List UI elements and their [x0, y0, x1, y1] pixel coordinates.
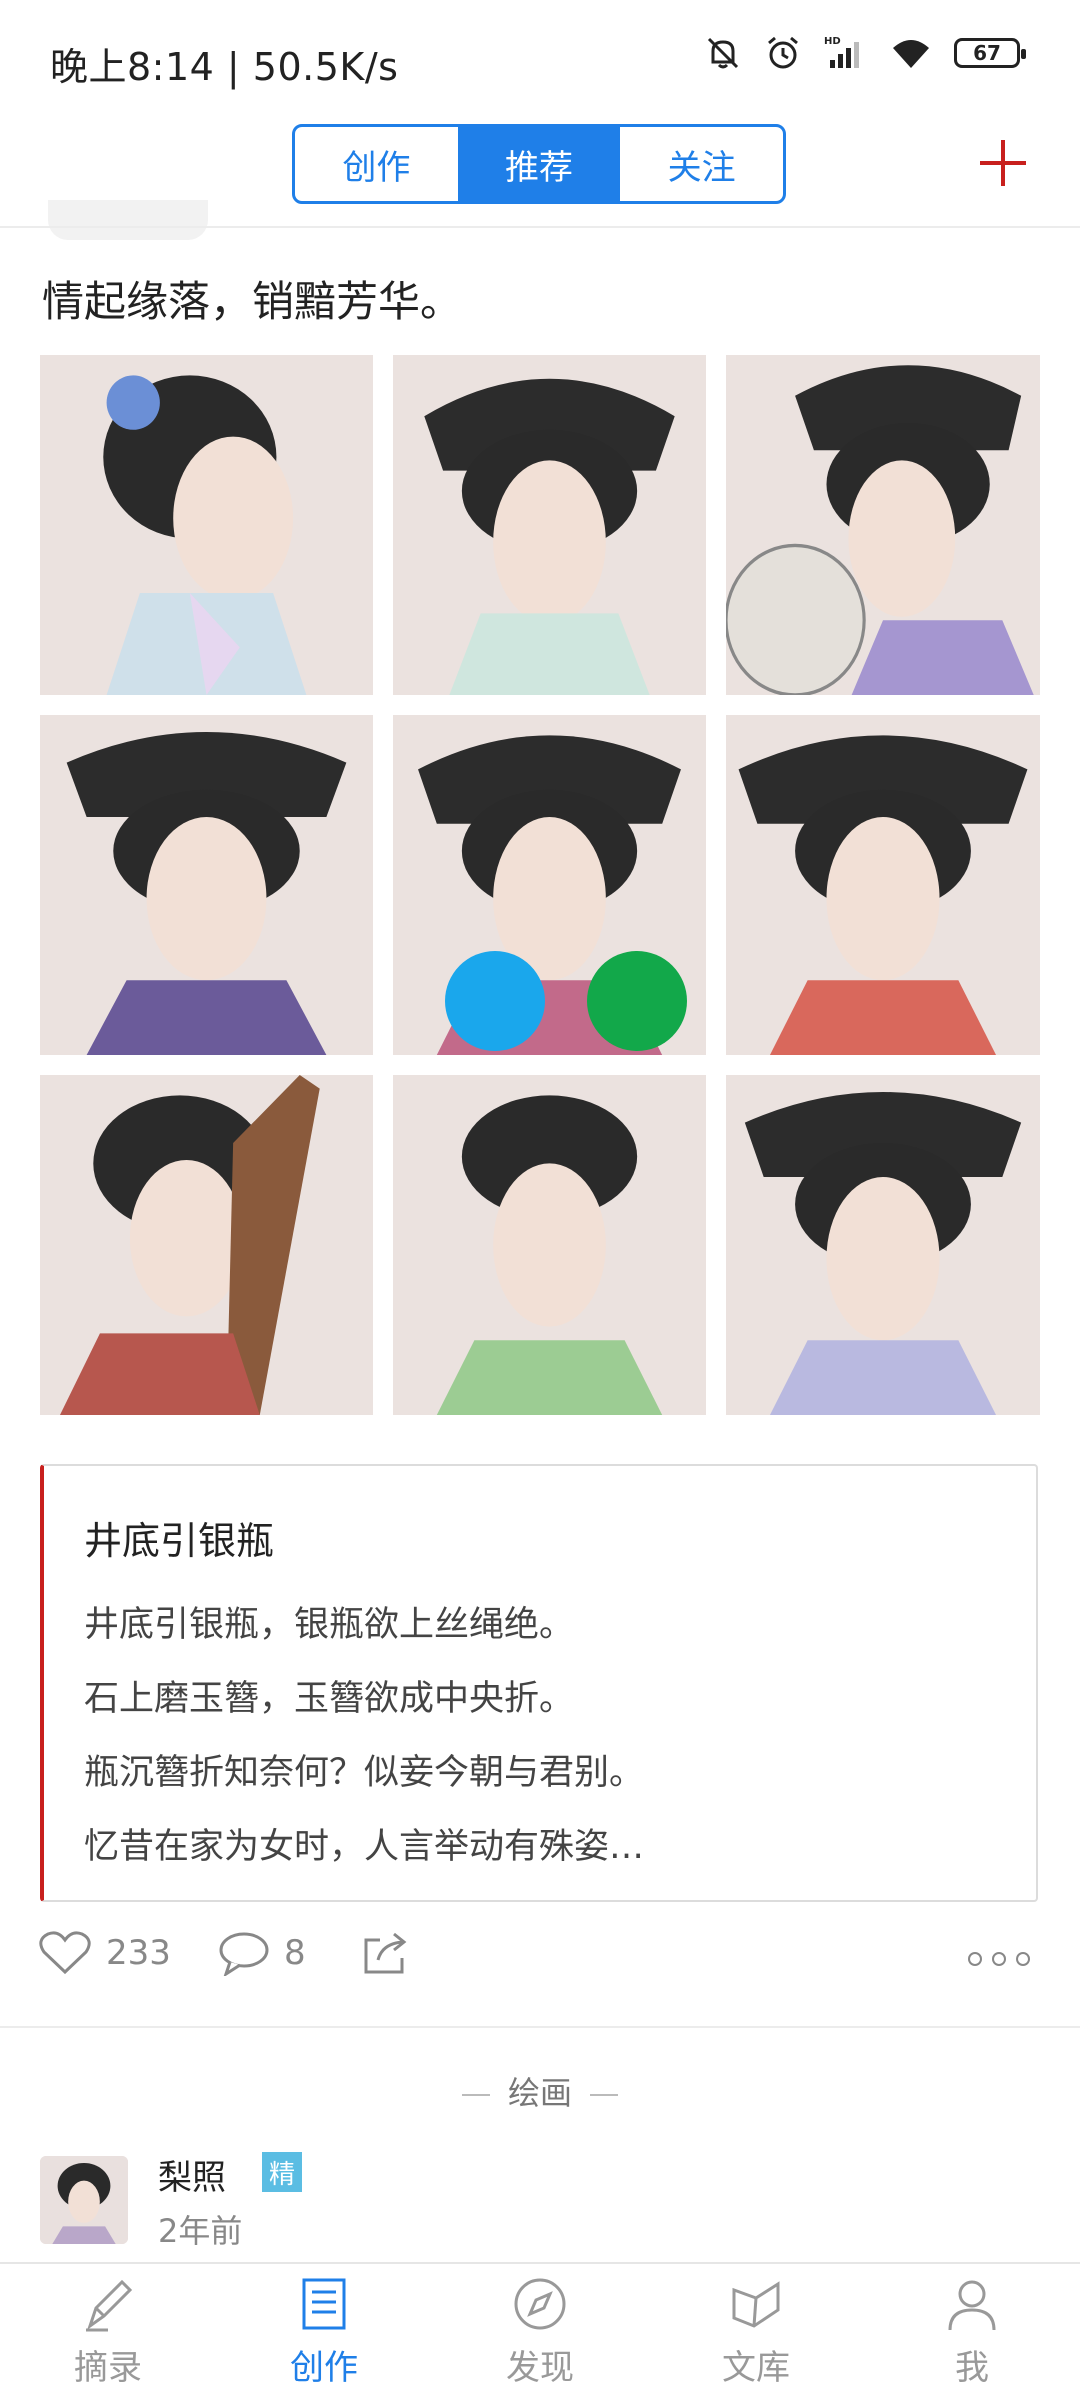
post-time: 2年前: [158, 2212, 243, 2250]
alarm-icon: [768, 36, 798, 69]
overlay-dot-green: [587, 951, 687, 1051]
more-options-icon[interactable]: [968, 1952, 1030, 1966]
nav-excerpt[interactable]: 摘录: [38, 2274, 178, 2389]
wifi-icon: [893, 40, 929, 68]
bottom-navigation: 摘录 创作 发现 文库 我: [0, 2262, 1080, 2402]
pen-icon: [86, 2279, 133, 2332]
compass-icon: [514, 2278, 566, 2330]
quote-line: 井底引银瓶，银瓶欲上丝绳绝。: [84, 1605, 575, 1645]
like-button[interactable]: 233: [38, 1930, 171, 1976]
heart-icon: [39, 1931, 91, 1975]
overlay-dot-blue: [445, 951, 545, 1051]
signal-icon: HD: [824, 36, 859, 68]
comment-icon: [219, 1932, 269, 1976]
tab-create[interactable]: 创作: [295, 127, 458, 201]
category-name: 绘画: [507, 2074, 572, 2112]
nav-label: 我: [955, 2348, 989, 2388]
avatar[interactable]: [40, 2156, 128, 2244]
battery-indicator: 67: [954, 38, 1026, 68]
user-icon: [948, 2280, 996, 2331]
post-image[interactable]: [393, 355, 706, 695]
status-bar: 晚上8:14 | 50.5K/s HD 67: [0, 0, 1080, 118]
quote-line: 石上磨玉簪，玉簪欲成中央折。: [84, 1679, 575, 1719]
image-grid: [40, 355, 1040, 1415]
comment-count: 8: [284, 1933, 306, 1973]
previous-item-fragment: [48, 200, 208, 240]
post-image[interactable]: [40, 715, 373, 1055]
quote-line: 瓶沉簪折知奈何？似妾今朝与君别。: [84, 1753, 645, 1793]
status-time: 晚上8:14 | 50.5K/s: [50, 45, 399, 89]
post-actions: 233 8: [0, 1930, 1080, 2000]
share-button[interactable]: [362, 1930, 410, 1976]
nav-label: 创作: [290, 2348, 358, 2388]
feed-tabs: 创作 推荐 关注: [292, 124, 786, 204]
nav-create[interactable]: 创作: [254, 2274, 394, 2389]
nav-label: 文库: [722, 2348, 790, 2388]
header-divider: [0, 226, 1080, 228]
quote-card[interactable]: 井底引银瓶 井底引银瓶，银瓶欲上丝绳绝。 石上磨玉簪，玉簪欲成中央折。 瓶沉簪折…: [40, 1464, 1038, 1902]
nav-library[interactable]: 文库: [686, 2274, 826, 2389]
tab-follow[interactable]: 关注: [620, 127, 783, 201]
svg-text:HD: HD: [824, 36, 841, 47]
post-image[interactable]: [726, 1075, 1040, 1415]
nav-me[interactable]: 我: [902, 2274, 1042, 2389]
document-icon: [302, 2278, 346, 2330]
author-name[interactable]: 梨照: [158, 2150, 226, 2199]
section-divider: [0, 2026, 1080, 2028]
nav-label: 摘录: [74, 2348, 142, 2388]
mute-bell-icon: [707, 37, 739, 69]
post-title: 情起缘落，销黯芳华。: [42, 277, 463, 326]
post-image[interactable]: [726, 715, 1040, 1055]
share-icon: [364, 1932, 407, 1974]
post-image[interactable]: [726, 355, 1040, 695]
like-count: 233: [106, 1933, 171, 1973]
post-image[interactable]: [40, 355, 373, 695]
featured-badge: 精: [262, 2152, 302, 2192]
add-post-icon[interactable]: [978, 138, 1028, 188]
nav-discover[interactable]: 发现: [470, 2274, 610, 2389]
category-label: 绘画: [0, 2068, 1080, 2114]
post-image[interactable]: [40, 1075, 373, 1415]
nav-label: 发现: [506, 2348, 574, 2388]
status-icons: HD 67: [704, 34, 1026, 72]
quote-title: 井底引银瓶: [84, 1519, 275, 1563]
post-image[interactable]: [393, 1075, 706, 1415]
tab-recommend[interactable]: 推荐: [457, 127, 621, 201]
quote-line: 忆昔在家为女时，人言举动有殊姿…: [84, 1827, 645, 1867]
comment-button[interactable]: 8: [218, 1930, 306, 1976]
books-icon: [732, 2281, 780, 2328]
